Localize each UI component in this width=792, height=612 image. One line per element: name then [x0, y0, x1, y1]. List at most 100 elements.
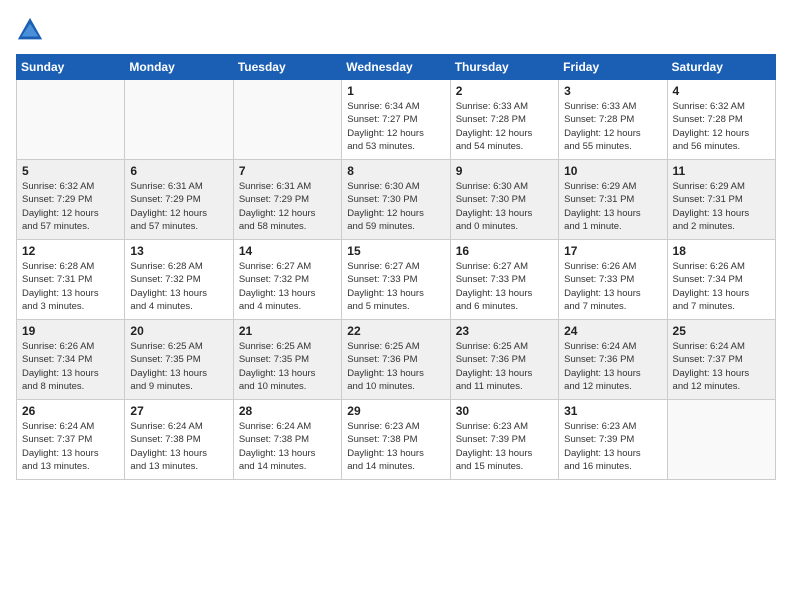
calendar-cell: 4 Sunrise: 6:32 AM Sunset: 7:28 PM Daylig…: [667, 80, 775, 160]
day-number: 27: [130, 404, 227, 418]
calendar-cell: 31 Sunrise: 6:23 AM Sunset: 7:39 PM Dayli…: [559, 400, 667, 480]
week-row-1: 5 Sunrise: 6:32 AM Sunset: 7:29 PM Daylig…: [17, 160, 776, 240]
day-info: Sunrise: 6:32 AM Sunset: 7:28 PM Dayligh…: [673, 100, 770, 153]
day-number: 25: [673, 324, 770, 338]
day-number: 17: [564, 244, 661, 258]
day-info: Sunrise: 6:33 AM Sunset: 7:28 PM Dayligh…: [564, 100, 661, 153]
header-saturday: Saturday: [667, 55, 775, 80]
day-number: 22: [347, 324, 444, 338]
calendar-cell: 24 Sunrise: 6:24 AM Sunset: 7:36 PM Dayli…: [559, 320, 667, 400]
day-info: Sunrise: 6:24 AM Sunset: 7:38 PM Dayligh…: [130, 420, 227, 473]
calendar-cell: 3 Sunrise: 6:33 AM Sunset: 7:28 PM Daylig…: [559, 80, 667, 160]
day-info: Sunrise: 6:25 AM Sunset: 7:36 PM Dayligh…: [347, 340, 444, 393]
logo: [16, 16, 48, 44]
header-tuesday: Tuesday: [233, 55, 341, 80]
week-row-4: 26 Sunrise: 6:24 AM Sunset: 7:37 PM Dayli…: [17, 400, 776, 480]
calendar-cell: 7Sunrise: 6:31 AM Sunset: 7:29 PM Daylig…: [233, 160, 341, 240]
day-number: 11: [673, 164, 770, 178]
calendar-cell: 30 Sunrise: 6:23 AM Sunset: 7:39 PM Dayli…: [450, 400, 558, 480]
day-info: Sunrise: 6:33 AM Sunset: 7:28 PM Dayligh…: [456, 100, 553, 153]
day-number: 3: [564, 84, 661, 98]
day-info: Sunrise: 6:26 AM Sunset: 7:33 PM Dayligh…: [564, 260, 661, 313]
day-info: Sunrise: 6:28 AM Sunset: 7:32 PM Dayligh…: [130, 260, 227, 313]
calendar-cell: [125, 80, 233, 160]
day-info: Sunrise: 6:27 AM Sunset: 7:33 PM Dayligh…: [347, 260, 444, 313]
calendar-cell: 16Sunrise: 6:27 AM Sunset: 7:33 PM Dayli…: [450, 240, 558, 320]
calendar-cell: 19Sunrise: 6:26 AM Sunset: 7:34 PM Dayli…: [17, 320, 125, 400]
calendar-cell: 5 Sunrise: 6:32 AM Sunset: 7:29 PM Daylig…: [17, 160, 125, 240]
day-number: 7: [239, 164, 336, 178]
calendar-cell: 20Sunrise: 6:25 AM Sunset: 7:35 PM Dayli…: [125, 320, 233, 400]
day-number: 30: [456, 404, 553, 418]
day-info: Sunrise: 6:34 AM Sunset: 7:27 PM Dayligh…: [347, 100, 444, 153]
calendar-cell: 15 Sunrise: 6:27 AM Sunset: 7:33 PM Dayli…: [342, 240, 450, 320]
day-number: 12: [22, 244, 119, 258]
day-number: 19: [22, 324, 119, 338]
day-number: 31: [564, 404, 661, 418]
day-number: 18: [673, 244, 770, 258]
day-number: 8: [347, 164, 444, 178]
calendar-cell: 25 Sunrise: 6:24 AM Sunset: 7:37 PM Dayli…: [667, 320, 775, 400]
day-info: Sunrise: 6:30 AM Sunset: 7:30 PM Dayligh…: [456, 180, 553, 233]
week-row-0: 1Sunrise: 6:34 AM Sunset: 7:27 PM Daylig…: [17, 80, 776, 160]
day-number: 2: [456, 84, 553, 98]
calendar-cell: 13Sunrise: 6:28 AM Sunset: 7:32 PM Dayli…: [125, 240, 233, 320]
week-row-2: 12 Sunrise: 6:28 AM Sunset: 7:31 PM Dayli…: [17, 240, 776, 320]
day-number: 6: [130, 164, 227, 178]
day-number: 24: [564, 324, 661, 338]
calendar-table: SundayMondayTuesdayWednesdayThursdayFrid…: [16, 54, 776, 480]
day-info: Sunrise: 6:23 AM Sunset: 7:39 PM Dayligh…: [456, 420, 553, 473]
calendar-cell: 9 Sunrise: 6:30 AM Sunset: 7:30 PM Daylig…: [450, 160, 558, 240]
header-friday: Friday: [559, 55, 667, 80]
calendar-cell: 22 Sunrise: 6:25 AM Sunset: 7:36 PM Dayli…: [342, 320, 450, 400]
day-info: Sunrise: 6:25 AM Sunset: 7:35 PM Dayligh…: [130, 340, 227, 393]
day-number: 15: [347, 244, 444, 258]
day-info: Sunrise: 6:29 AM Sunset: 7:31 PM Dayligh…: [564, 180, 661, 233]
header-row: SundayMondayTuesdayWednesdayThursdayFrid…: [17, 55, 776, 80]
day-number: 16: [456, 244, 553, 258]
day-number: 28: [239, 404, 336, 418]
day-number: 10: [564, 164, 661, 178]
day-info: Sunrise: 6:28 AM Sunset: 7:31 PM Dayligh…: [22, 260, 119, 313]
header-wednesday: Wednesday: [342, 55, 450, 80]
day-info: Sunrise: 6:30 AM Sunset: 7:30 PM Dayligh…: [347, 180, 444, 233]
calendar-cell: 12 Sunrise: 6:28 AM Sunset: 7:31 PM Dayli…: [17, 240, 125, 320]
day-info: Sunrise: 6:32 AM Sunset: 7:29 PM Dayligh…: [22, 180, 119, 233]
calendar-cell: 1Sunrise: 6:34 AM Sunset: 7:27 PM Daylig…: [342, 80, 450, 160]
day-number: 21: [239, 324, 336, 338]
day-info: Sunrise: 6:24 AM Sunset: 7:37 PM Dayligh…: [22, 420, 119, 473]
calendar-cell: 8 Sunrise: 6:30 AM Sunset: 7:30 PM Daylig…: [342, 160, 450, 240]
calendar-cell: 27 Sunrise: 6:24 AM Sunset: 7:38 PM Dayli…: [125, 400, 233, 480]
calendar-cell: 2 Sunrise: 6:33 AM Sunset: 7:28 PM Daylig…: [450, 80, 558, 160]
day-info: Sunrise: 6:25 AM Sunset: 7:35 PM Dayligh…: [239, 340, 336, 393]
day-info: Sunrise: 6:24 AM Sunset: 7:37 PM Dayligh…: [673, 340, 770, 393]
day-info: Sunrise: 6:27 AM Sunset: 7:32 PM Dayligh…: [239, 260, 336, 313]
day-number: 4: [673, 84, 770, 98]
day-info: Sunrise: 6:24 AM Sunset: 7:36 PM Dayligh…: [564, 340, 661, 393]
header-monday: Monday: [125, 55, 233, 80]
day-number: 29: [347, 404, 444, 418]
logo-icon: [16, 16, 44, 44]
calendar-cell: [667, 400, 775, 480]
day-info: Sunrise: 6:31 AM Sunset: 7:29 PM Dayligh…: [130, 180, 227, 233]
header-sunday: Sunday: [17, 55, 125, 80]
day-info: Sunrise: 6:24 AM Sunset: 7:38 PM Dayligh…: [239, 420, 336, 473]
calendar-header: SundayMondayTuesdayWednesdayThursdayFrid…: [17, 55, 776, 80]
day-number: 14: [239, 244, 336, 258]
calendar-cell: 14 Sunrise: 6:27 AM Sunset: 7:32 PM Dayli…: [233, 240, 341, 320]
day-number: 5: [22, 164, 119, 178]
week-row-3: 19Sunrise: 6:26 AM Sunset: 7:34 PM Dayli…: [17, 320, 776, 400]
calendar-cell: 6 Sunrise: 6:31 AM Sunset: 7:29 PM Daylig…: [125, 160, 233, 240]
calendar-cell: 26 Sunrise: 6:24 AM Sunset: 7:37 PM Dayli…: [17, 400, 125, 480]
calendar-cell: 17 Sunrise: 6:26 AM Sunset: 7:33 PM Dayli…: [559, 240, 667, 320]
calendar-cell: 29Sunrise: 6:23 AM Sunset: 7:38 PM Dayli…: [342, 400, 450, 480]
day-number: 26: [22, 404, 119, 418]
calendar-cell: [233, 80, 341, 160]
day-number: 9: [456, 164, 553, 178]
day-info: Sunrise: 6:26 AM Sunset: 7:34 PM Dayligh…: [673, 260, 770, 313]
calendar-cell: 10 Sunrise: 6:29 AM Sunset: 7:31 PM Dayli…: [559, 160, 667, 240]
calendar-cell: 21 Sunrise: 6:25 AM Sunset: 7:35 PM Dayli…: [233, 320, 341, 400]
day-info: Sunrise: 6:23 AM Sunset: 7:39 PM Dayligh…: [564, 420, 661, 473]
header-thursday: Thursday: [450, 55, 558, 80]
calendar-cell: [17, 80, 125, 160]
